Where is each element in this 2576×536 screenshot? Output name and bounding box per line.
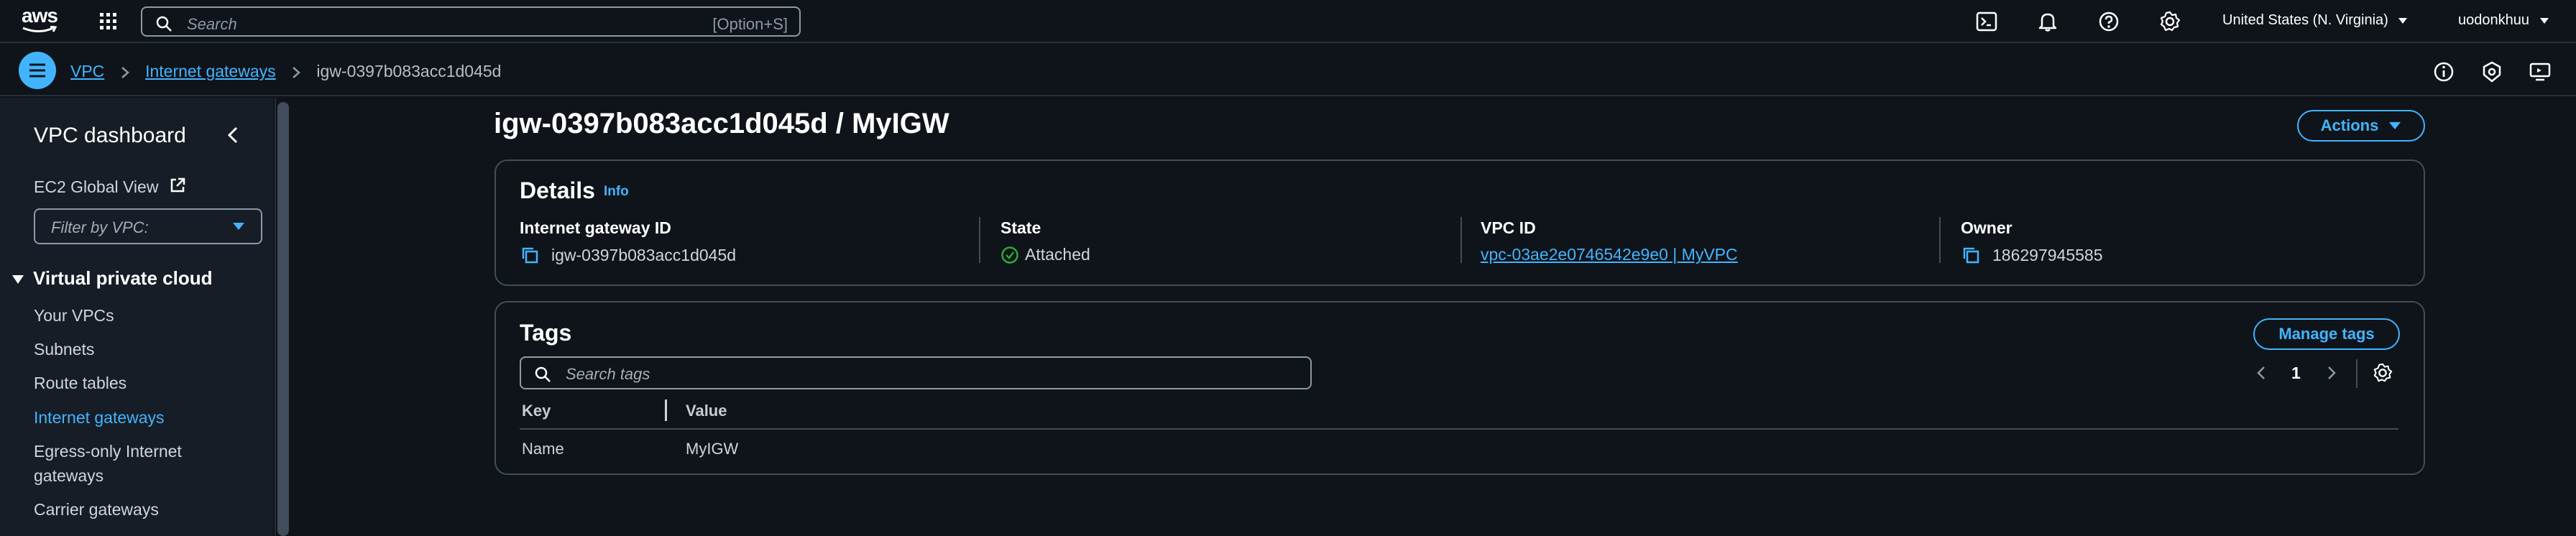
- info-circle-icon[interactable]: [2432, 60, 2455, 83]
- manage-tags-button[interactable]: Manage tags: [2253, 318, 2400, 350]
- sidebar-item-route-tables[interactable]: Route tables: [34, 374, 126, 393]
- status-badge: Attached: [1025, 245, 1090, 264]
- global-search-input[interactable]: Search [Option+S]: [141, 6, 801, 37]
- help-icon[interactable]: [2097, 10, 2120, 33]
- details-title-text: Details: [520, 177, 595, 203]
- caret-down-icon: [2389, 122, 2401, 129]
- column-header-key[interactable]: Key: [522, 402, 551, 420]
- actions-button[interactable]: Actions: [2297, 110, 2425, 142]
- sidebar-section-label: Virtual private cloud: [33, 267, 213, 289]
- aws-logo-text: aws: [22, 4, 58, 27]
- sidebar-title: VPC dashboard: [34, 124, 186, 147]
- page-number[interactable]: 1: [2291, 362, 2301, 384]
- tags-title: Tags: [520, 320, 572, 346]
- caret-down-icon: [2539, 17, 2549, 24]
- shield-icon[interactable]: [2480, 60, 2503, 83]
- sidebar-scrollbar[interactable]: [277, 102, 289, 536]
- chevron-right-icon: [121, 66, 129, 78]
- search-shortcut: [Option+S]: [712, 15, 788, 33]
- actions-label: Actions: [2320, 116, 2379, 134]
- search-icon: [155, 15, 172, 32]
- search-tags-placeholder: Search tags: [566, 365, 650, 383]
- sidebar-item-egress-only-internet-gateways-cont[interactable]: gateways: [34, 466, 104, 486]
- chevron-right-icon: [293, 66, 300, 78]
- column-resizer[interactable]: [665, 399, 667, 421]
- field-label: VPC ID: [1481, 218, 1536, 237]
- sidebar-item-ec2-global-view[interactable]: EC2 Global View: [34, 177, 186, 197]
- bell-icon[interactable]: [2036, 10, 2059, 33]
- breadcrumb-current: igw-0397b083acc1d045d: [316, 62, 502, 80]
- caret-down-icon: [12, 275, 24, 285]
- divider: [2356, 359, 2358, 388]
- field-label: State: [1000, 218, 1041, 237]
- sidebar-item-your-vpcs[interactable]: Your VPCs: [34, 306, 114, 325]
- account-menu[interactable]: uodonkhuu: [2458, 12, 2549, 29]
- divider: [1939, 217, 1941, 263]
- vpc-id-link[interactable]: vpc-03ae2e0746542e9e0 | MyVPC: [1481, 245, 1738, 264]
- divider: [979, 217, 980, 263]
- breadcrumb: VPC Internet gateways igw-0397b083acc1d0…: [70, 62, 501, 81]
- copy-icon[interactable]: [1961, 245, 1981, 265]
- table-cell-key: Name: [522, 440, 564, 458]
- breadcrumb-internet-gateways[interactable]: Internet gateways: [145, 62, 276, 80]
- hamburger-icon: [29, 63, 45, 78]
- check-circle-icon: [1001, 246, 1018, 264]
- field-owner: Owner 186297945585: [1961, 218, 2103, 265]
- chevron-right-icon: [2328, 366, 2336, 379]
- display-icon[interactable]: [2529, 60, 2552, 83]
- sidebar-item-carrier-gateways[interactable]: Carrier gateways: [34, 500, 159, 519]
- manage-tags-label: Manage tags: [2278, 325, 2375, 343]
- field-internet-gateway-id: Internet gateway ID igw-0397b083acc1d045…: [520, 218, 736, 265]
- divider: [1460, 217, 1462, 263]
- menu-toggle-button[interactable]: [19, 52, 56, 89]
- top-navigation-bar: aws Search [Option+S] United States (N. …: [0, 0, 2576, 43]
- sidebar-item-subnets[interactable]: Subnets: [34, 340, 94, 359]
- sidebar-item-egress-only-internet-gateways[interactable]: Egress-only Internet: [34, 442, 182, 461]
- column-header-value[interactable]: Value: [686, 402, 727, 420]
- table-cell-value: MyIGW: [686, 440, 739, 458]
- services-grid-icon[interactable]: [96, 9, 121, 34]
- page-title: igw-0397b083acc1d045d / MyIGW: [494, 108, 949, 139]
- breadcrumb-vpc[interactable]: VPC: [70, 62, 104, 80]
- sidebar-item-label: EC2 Global View: [34, 177, 159, 196]
- sidebar: VPC dashboard EC2 Global View Filter by …: [0, 98, 273, 536]
- sidebar-section-virtual-private-cloud[interactable]: Virtual private cloud: [12, 267, 212, 290]
- details-info-link[interactable]: Info: [604, 184, 629, 199]
- user-name: uodonkhuu: [2458, 12, 2529, 28]
- sidebar-item-internet-gateways[interactable]: Internet gateways: [34, 408, 165, 428]
- field-value: 186297945585: [1992, 245, 2103, 264]
- chevron-left-icon: [2257, 366, 2265, 379]
- details-title: Details Info: [520, 177, 629, 204]
- aws-smile-icon: [22, 26, 58, 32]
- aws-logo[interactable]: aws: [20, 4, 62, 36]
- field-state: State Attached: [1000, 218, 1090, 264]
- close-icon[interactable]: [226, 126, 240, 144]
- field-label: Owner: [1961, 218, 2012, 237]
- filter-placeholder: Filter by VPC:: [51, 218, 149, 236]
- field-vpc-id: VPC ID vpc-03ae2e0746542e9e0 | MyVPC: [1481, 218, 1738, 264]
- search-tags-input[interactable]: Search tags: [520, 356, 1312, 389]
- sidebar-divider: [275, 98, 276, 536]
- field-value: igw-0397b083acc1d045d: [551, 245, 737, 264]
- region-selector[interactable]: United States (N. Virginia): [2222, 12, 2408, 29]
- cloudshell-icon[interactable]: [1975, 10, 1998, 33]
- search-placeholder: Search: [187, 15, 237, 33]
- copy-icon[interactable]: [520, 245, 540, 265]
- breadcrumb-bar: VPC Internet gateways igw-0397b083acc1d0…: [0, 45, 2576, 96]
- field-label: Internet gateway ID: [520, 218, 671, 237]
- table-header-divider: [520, 428, 2398, 430]
- caret-down-icon: [2398, 17, 2408, 24]
- search-icon: [535, 366, 551, 382]
- next-page-button[interactable]: [2326, 362, 2340, 384]
- region-label: United States (N. Virginia): [2222, 12, 2388, 28]
- settings-icon[interactable]: [2158, 10, 2181, 33]
- caret-down-icon: [233, 223, 244, 230]
- filter-by-vpc-select[interactable]: Filter by VPC:: [34, 208, 262, 244]
- previous-page-button[interactable]: [2255, 362, 2270, 384]
- table-settings-gear-icon[interactable]: [2372, 362, 2393, 384]
- external-link-icon: [170, 177, 185, 193]
- details-card: [494, 160, 2425, 286]
